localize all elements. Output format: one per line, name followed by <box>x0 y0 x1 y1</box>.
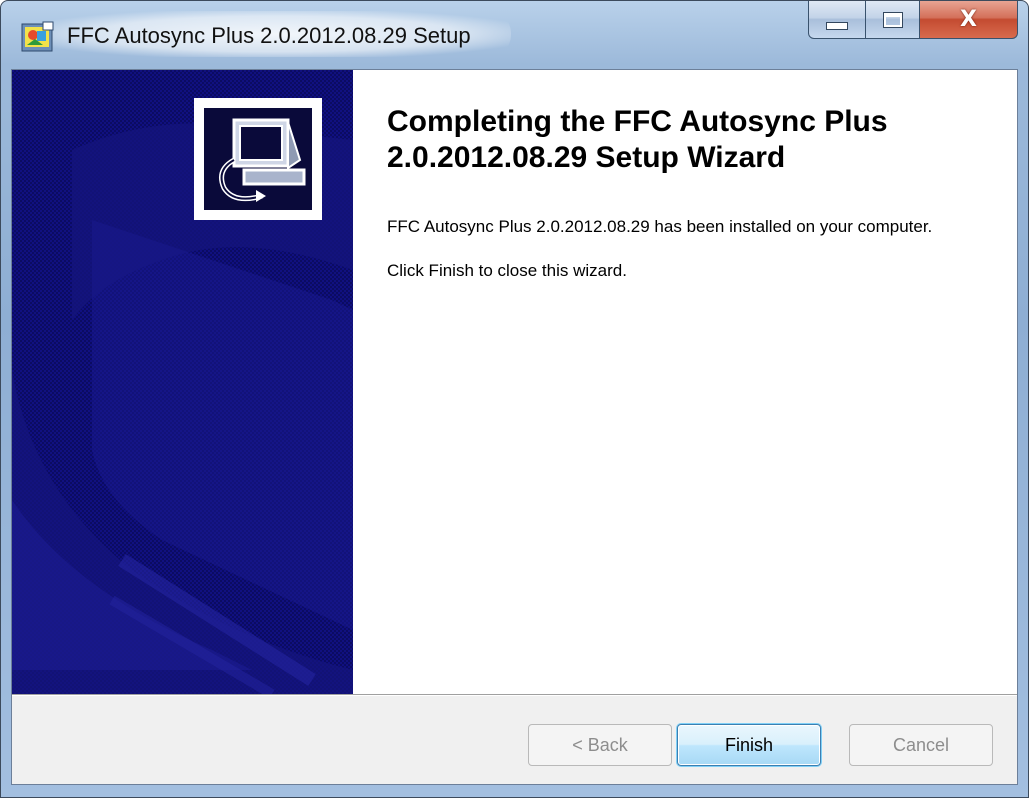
setup-logo-frame <box>194 98 322 220</box>
cancel-button[interactable]: Cancel <box>849 724 993 766</box>
caption-buttons: X <box>808 1 1018 41</box>
finish-instruction: Click Finish to close this wizard. <box>387 261 627 280</box>
installer-app-icon[interactable] <box>21 21 55 53</box>
wizard-content: Completing the FFC Autosync Plus 2.0.201… <box>353 70 1017 694</box>
maximize-button[interactable] <box>866 1 920 39</box>
window-title: FFC Autosync Plus 2.0.2012.08.29 Setup <box>67 23 471 48</box>
setup-logo <box>204 108 312 210</box>
computer-install-icon <box>219 118 306 202</box>
close-icon: X <box>960 7 977 32</box>
wizard-banner <box>12 70 353 694</box>
minimize-icon <box>826 21 848 30</box>
setup-window: FFC Autosync Plus 2.0.2012.08.29 Setup X <box>0 0 1029 798</box>
wizard-footer: < Back Finish Cancel <box>12 696 1017 784</box>
finish-button[interactable]: Finish <box>677 724 821 766</box>
title-bar[interactable]: FFC Autosync Plus 2.0.2012.08.29 Setup X <box>1 1 1028 69</box>
installed-message: FFC Autosync Plus 2.0.2012.08.29 has bee… <box>387 217 933 236</box>
wizard-client-area: Completing the FFC Autosync Plus 2.0.201… <box>11 69 1018 785</box>
page-body: FFC Autosync Plus 2.0.2012.08.29 has bee… <box>387 216 987 304</box>
minimize-button[interactable] <box>808 1 866 39</box>
page-heading: Completing the FFC Autosync Plus 2.0.201… <box>387 105 888 174</box>
maximize-icon <box>882 11 903 28</box>
close-button[interactable]: X <box>920 1 1018 39</box>
back-button[interactable]: < Back <box>528 724 672 766</box>
